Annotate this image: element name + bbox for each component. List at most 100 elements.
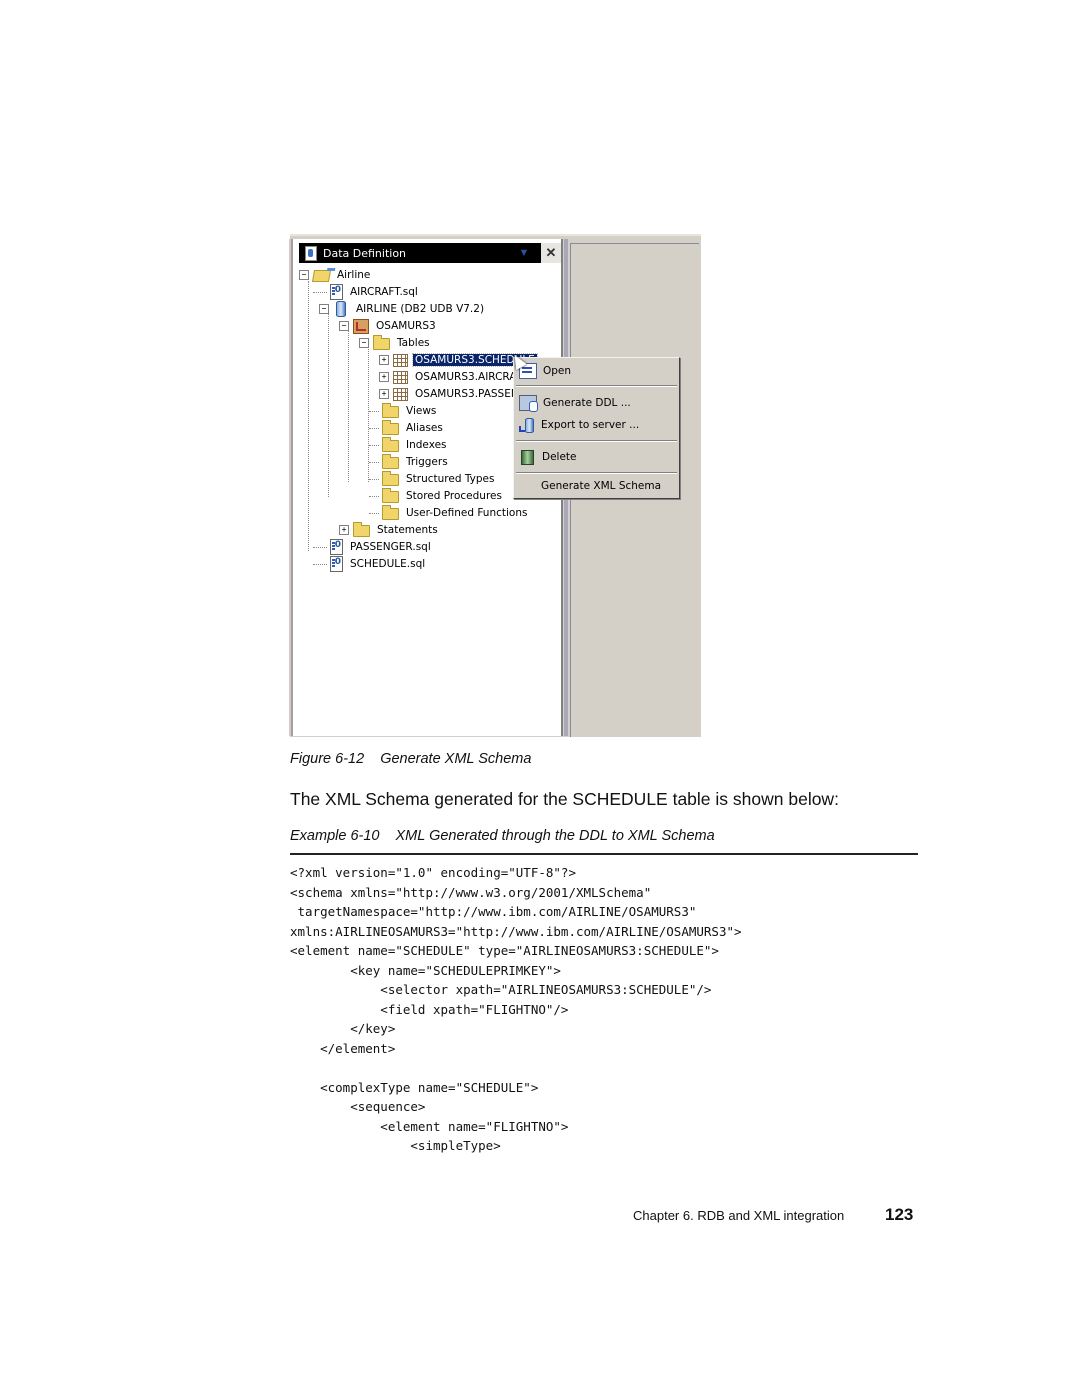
example-title: XML Generated through the DDL to XML Sch… [395, 828, 715, 844]
sql-file-icon [330, 556, 343, 572]
tree-item-label: Statements [377, 524, 438, 536]
code-line: <?xml version="1.0" encoding="UTF-8"?> [290, 865, 576, 880]
expand-icon[interactable]: + [339, 525, 349, 535]
tree-item-tables[interactable]: − Tables [359, 335, 432, 351]
menu-item-label: Open [543, 365, 572, 377]
example-caption: Example 6-10 XML Generated through the D… [290, 828, 715, 844]
expand-icon[interactable]: + [379, 355, 389, 365]
tree-item-schedule-sql[interactable]: SCHEDULE.sql [313, 556, 427, 572]
tree-connector [369, 410, 379, 412]
tree-item-indexes[interactable]: Indexes [369, 437, 449, 453]
folder-icon [382, 403, 399, 418]
example-rule [290, 853, 918, 855]
tree-connector [369, 461, 379, 463]
tree-item-aliases[interactable]: Aliases [369, 420, 445, 436]
view-close-icon[interactable]: ✕ [541, 243, 561, 263]
body-paragraph: The XML Schema generated for the SCHEDUL… [290, 789, 839, 809]
tree-item-label: PASSENGER.sql [350, 541, 431, 553]
figure-screenshot: Data Definition ▼ ✕ − Airline AIRCRAFT.s… [289, 234, 701, 737]
database-icon [336, 301, 346, 317]
table-icon [393, 388, 408, 401]
footer-chapter: Chapter 6. RDB and XML integration [633, 1208, 845, 1223]
tree-connector [308, 281, 309, 551]
folder-icon [382, 488, 399, 503]
menu-item-open[interactable]: Open [514, 360, 679, 382]
tree-item-airline[interactable]: − Airline [299, 267, 372, 283]
tree-item-views[interactable]: Views [369, 403, 438, 419]
menu-item-generate-ddl[interactable]: Generate DDL ... [514, 392, 679, 414]
tree-connector [369, 478, 379, 480]
code-line: </key> [290, 1021, 396, 1036]
code-line: <element name="FLIGHTNO"> [290, 1118, 569, 1134]
code-line: <element name="SCHEDULE" type="AIRLINEOS… [290, 943, 719, 958]
expand-icon[interactable]: + [379, 372, 389, 382]
tree-item-label: Triggers [406, 456, 448, 468]
code-line: <selector xpath="AIRLINEOSAMURS3:SCHEDUL… [290, 982, 712, 997]
folder-icon [353, 522, 370, 537]
menu-item-label: Delete [542, 451, 577, 463]
tree-connector [348, 330, 349, 482]
tree-item-label: Views [406, 405, 437, 417]
tree-item-structured-types[interactable]: Structured Types [369, 471, 496, 487]
collapse-icon[interactable]: − [339, 321, 349, 331]
view-menu-dropdown-icon[interactable]: ▼ [517, 247, 531, 259]
generate-ddl-icon [519, 395, 538, 412]
code-line: <simpleType> [290, 1138, 501, 1153]
menu-item-label: Generate XML Schema [541, 480, 662, 492]
expand-icon[interactable]: + [379, 389, 389, 399]
table-icon [393, 354, 408, 367]
tree-item-label: Structured Types [406, 473, 495, 485]
menu-item-delete[interactable]: Delete [514, 446, 679, 468]
menu-item-generate-xml-schema[interactable]: Generate XML Schema [514, 475, 679, 497]
tree-item-label: Tables [397, 337, 430, 349]
figure-title: Generate XML Schema [380, 751, 532, 767]
tree-item-label: OSAMURS3 [376, 320, 436, 332]
tree-connector [369, 495, 379, 497]
collapse-icon[interactable]: − [359, 338, 369, 348]
schema-icon [353, 318, 369, 334]
tree-item-triggers[interactable]: Triggers [369, 454, 450, 470]
tree-item-label: AIRCRAFT.sql [350, 286, 418, 298]
sql-file-icon [330, 539, 343, 555]
menu-separator [516, 472, 677, 474]
view-title: Data Definition [323, 246, 407, 260]
tree-item-osamurs3[interactable]: − OSAMURS3 [339, 318, 438, 334]
code-line: </element> [290, 1040, 396, 1056]
sql-file-icon [330, 284, 343, 300]
menu-icon-placeholder [519, 479, 535, 493]
collapse-icon[interactable]: − [299, 270, 309, 280]
example-number: Example 6-10 [290, 828, 380, 844]
collapse-icon[interactable]: − [319, 304, 329, 314]
tree-item-aircraft-sql[interactable]: AIRCRAFT.sql [313, 284, 420, 300]
folder-icon [382, 471, 399, 486]
tree-item-label: Aliases [406, 422, 443, 434]
code-line: <field xpath="FLIGHTNO"/> [290, 1001, 569, 1017]
menu-item-label: Export to server ... [541, 419, 640, 431]
folder-icon [382, 437, 399, 452]
tree-item-stored-procedures[interactable]: Stored Procedures [369, 488, 504, 504]
code-line: <key name="SCHEDULEPRIMKEY"> [290, 962, 561, 978]
tree-item-label: Indexes [406, 439, 447, 451]
tree-item-statements[interactable]: + Statements [339, 522, 440, 538]
folder-icon [382, 505, 399, 520]
menu-item-export-to-server[interactable]: Export to server ... [514, 414, 679, 436]
tree-connector [369, 427, 379, 429]
menu-separator [516, 440, 677, 442]
folder-icon [373, 335, 390, 350]
tree-item-label: Airline [337, 269, 371, 281]
tree-item-label: AIRLINE (DB2 UDB V7.2) [356, 303, 485, 315]
code-line: targetNamespace="http://www.ibm.com/AIRL… [290, 904, 697, 919]
tree-item-aircraft-table[interactable]: + OSAMURS3.AIRCRAFT [379, 369, 531, 385]
view-titlebar: Data Definition ▼ ✕ [299, 243, 561, 263]
folder-icon [382, 420, 399, 435]
tree-item-airline-db[interactable]: − AIRLINE (DB2 UDB V7.2) [319, 301, 486, 317]
tree-item-passenger-sql[interactable]: PASSENGER.sql [313, 539, 433, 555]
code-line: <complexType name="SCHEDULE"> [290, 1079, 539, 1095]
tree-item-label: User-Defined Functions [406, 507, 528, 519]
trash-icon [521, 449, 534, 465]
data-definition-icon [305, 245, 317, 261]
tree-connector [369, 512, 379, 514]
tree-item-user-defined-functions[interactable]: User-Defined Functions [369, 505, 529, 521]
tree-connector [313, 563, 327, 565]
menu-item-label: Generate DDL ... [543, 397, 631, 409]
